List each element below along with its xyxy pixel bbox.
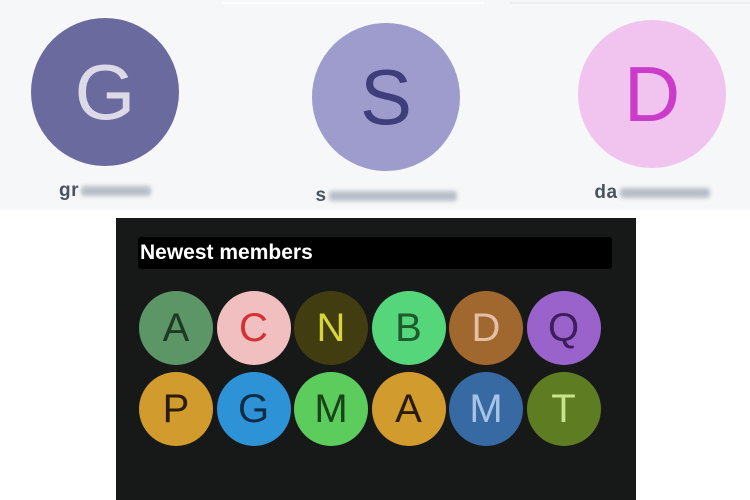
- avatar-letter: D: [623, 50, 681, 138]
- member-avatar-letter: A: [162, 306, 190, 350]
- avatar-letter: S: [359, 53, 413, 141]
- member-avatar-letter: N: [316, 306, 346, 350]
- divider: [510, 2, 750, 4]
- member-avatar[interactable]: M: [294, 372, 368, 446]
- panel-title: Newest members: [140, 241, 313, 264]
- username-visible: gr: [59, 180, 79, 201]
- member-avatar[interactable]: T: [526, 372, 601, 446]
- member-avatar-letter: T: [551, 387, 576, 431]
- member-avatar-grid: ACNBDQPGMAMT: [139, 291, 609, 446]
- avatar[interactable]: D: [578, 20, 726, 168]
- username-link[interactable]: s: [312, 185, 460, 207]
- avatar[interactable]: G: [31, 18, 179, 166]
- avatar-letter: G: [74, 48, 136, 136]
- panel-header: Newest members: [138, 237, 612, 269]
- member-avatar[interactable]: A: [371, 372, 446, 446]
- divider: [222, 2, 484, 4]
- profile-card[interactable]: S s: [312, 23, 460, 207]
- member-avatar[interactable]: C: [216, 291, 291, 365]
- member-avatar-letter: B: [395, 306, 422, 350]
- member-avatar[interactable]: M: [449, 372, 523, 446]
- member-avatar-letter: M: [314, 387, 348, 431]
- member-avatar[interactable]: G: [216, 372, 291, 446]
- member-avatar[interactable]: N: [294, 291, 368, 365]
- newest-members-panel: Newest members ACNBDQPGMAMT: [116, 218, 636, 500]
- member-avatar-letter: A: [395, 387, 422, 431]
- member-avatar[interactable]: B: [371, 291, 446, 365]
- username-link[interactable]: da: [578, 182, 726, 204]
- member-avatar-letter: P: [162, 387, 190, 431]
- member-avatar-letter: G: [237, 387, 270, 431]
- member-avatar-letter: C: [239, 306, 268, 350]
- username-blurred: [619, 187, 710, 198]
- username-link[interactable]: gr: [31, 180, 179, 202]
- member-avatar[interactable]: P: [139, 372, 213, 446]
- member-avatar[interactable]: Q: [526, 291, 601, 365]
- member-avatar-letter: M: [469, 387, 503, 431]
- username-blurred: [81, 185, 151, 196]
- profile-card[interactable]: G gr: [31, 18, 179, 202]
- username-visible: s: [315, 185, 327, 206]
- member-avatar[interactable]: D: [449, 291, 523, 365]
- username-blurred: [328, 190, 457, 201]
- avatar[interactable]: S: [312, 23, 460, 171]
- username-visible: da: [594, 182, 618, 203]
- member-avatar[interactable]: A: [139, 291, 213, 365]
- profile-card[interactable]: D da: [578, 20, 726, 204]
- member-avatar-letter: Q: [547, 306, 580, 350]
- member-avatar-letter: D: [471, 306, 501, 350]
